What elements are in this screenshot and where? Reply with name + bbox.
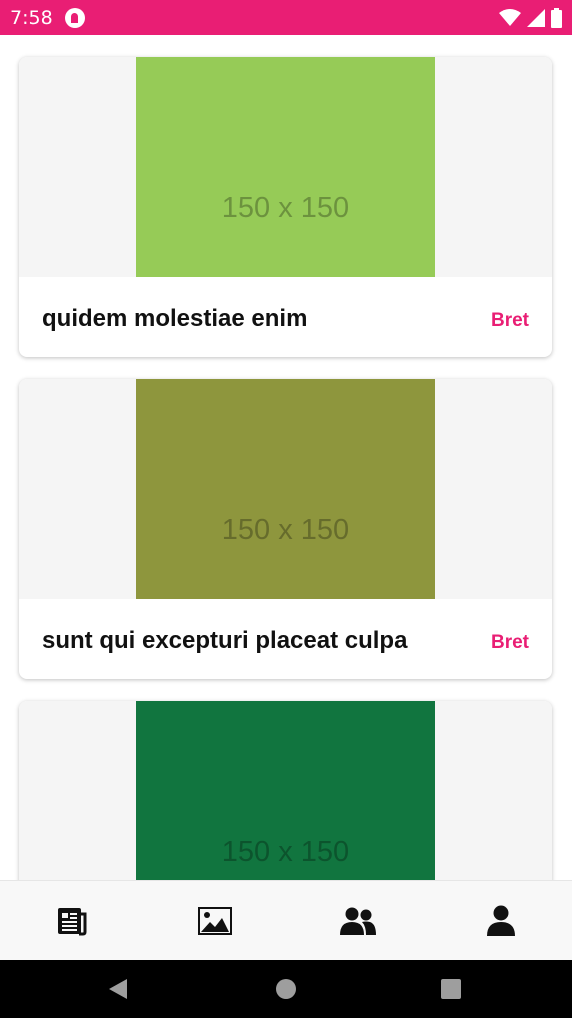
post-card[interactable]: 150 x 150 sunt qui excepturi placeat cul…: [19, 379, 552, 679]
newspaper-icon: [57, 907, 86, 935]
tab-posts[interactable]: [0, 881, 143, 960]
post-image-area: 150 x 150: [19, 379, 552, 599]
tab-photos[interactable]: [143, 881, 286, 960]
system-navigation-bar: [0, 960, 572, 1018]
thumbnail-label: 150 x 150: [221, 836, 350, 868]
status-time: 7:58: [10, 6, 53, 29]
post-feed[interactable]: 150 x 150 quidem molestiae enim Bret 150…: [0, 35, 572, 880]
users-icon: [339, 907, 376, 935]
home-circle-icon: [276, 979, 296, 999]
tab-profile[interactable]: [429, 881, 572, 960]
thumbnail-label: 150 x 150: [221, 192, 350, 224]
post-title: quidem molestiae enim: [42, 305, 308, 332]
back-triangle-icon: [109, 979, 127, 999]
bottom-navigation: [0, 880, 572, 960]
recents-button[interactable]: [421, 960, 481, 1018]
status-bar: 7:58: [0, 0, 572, 35]
cell-signal-icon: [527, 8, 545, 27]
post-thumbnail: 150 x 150: [136, 701, 435, 880]
wifi-icon: [499, 8, 521, 26]
post-author-link[interactable]: Bret: [491, 632, 529, 654]
home-button[interactable]: [256, 960, 316, 1018]
post-card[interactable]: 150 x 150 quidem molestiae enim Bret: [19, 57, 552, 357]
post-thumbnail: 150 x 150: [136, 379, 435, 599]
post-image-area: 150 x 150: [19, 701, 552, 880]
thumbnail-label: 150 x 150: [221, 514, 350, 546]
user-icon: [486, 905, 515, 936]
post-thumbnail: 150 x 150: [136, 57, 435, 277]
post-image-area: 150 x 150: [19, 57, 552, 277]
battery-icon: [551, 7, 562, 28]
post-title: sunt qui excepturi placeat culpa: [42, 627, 408, 654]
status-icons: [499, 7, 562, 28]
image-icon: [197, 906, 232, 935]
post-author-link[interactable]: Bret: [491, 310, 529, 332]
recents-square-icon: [441, 979, 461, 999]
app-notification-icon: [64, 7, 85, 28]
tab-users[interactable]: [286, 881, 429, 960]
back-button[interactable]: [88, 960, 148, 1018]
post-card[interactable]: 150 x 150: [19, 701, 552, 880]
